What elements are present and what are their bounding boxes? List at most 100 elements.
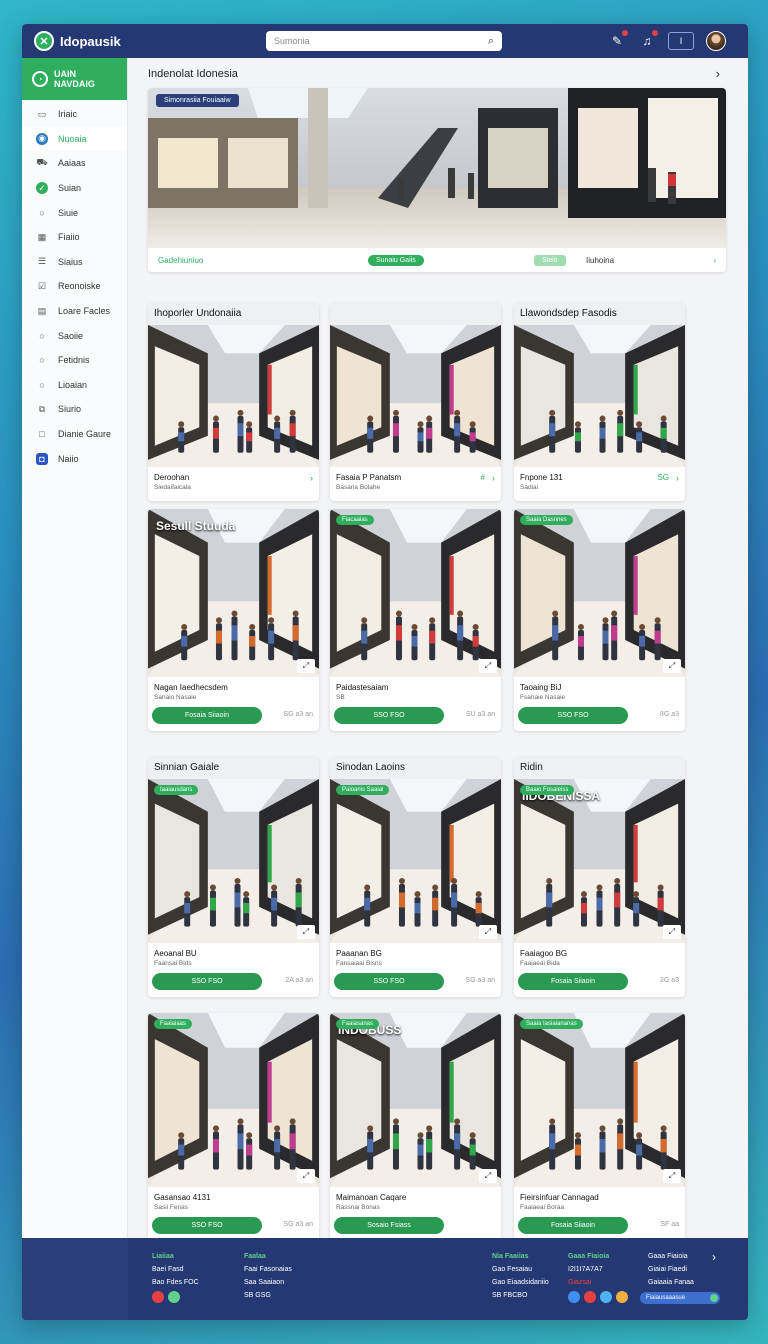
- footer-link[interactable]: Baei Fasd: [152, 1263, 199, 1276]
- card-tag: Saaia Dasnnes: [520, 515, 573, 525]
- store-card[interactable]: Saaia Dasnnes ⤢ Taoaing BiJ Fsanaie Nasaie S…: [514, 509, 685, 731]
- footer-phone: I2I1I7A7A7: [568, 1266, 603, 1273]
- social-icon[interactable]: [568, 1291, 580, 1303]
- store-card[interactable]: Sinodan Laoins Paioanis Saaial ⤢ Paaanan BG…: [330, 757, 501, 997]
- sidebar-item[interactable]: ▤ Loare Facles: [22, 299, 127, 324]
- chevron-right-icon[interactable]: ›: [716, 66, 720, 81]
- sidebar-item[interactable]: ○ Siuie: [22, 200, 127, 225]
- expand-icon[interactable]: ⤢: [663, 925, 681, 939]
- expand-icon[interactable]: ⤢: [663, 1169, 681, 1183]
- social-icon[interactable]: [168, 1291, 180, 1303]
- footer-link[interactable]: Gao Fesaiau: [492, 1263, 549, 1276]
- card-action-button[interactable]: Fosaia Siiaoin: [518, 973, 628, 990]
- sidebar-item[interactable]: ○ Saoiie: [22, 323, 127, 348]
- store-card[interactable]: Fasaia P Panatsm Basaria Bolahe › #: [330, 303, 501, 501]
- footer-heading: Gaaa Fiaioia: [568, 1253, 610, 1260]
- social-icon[interactable]: [152, 1291, 164, 1303]
- sidebar-item-label: Reonoiske: [58, 281, 101, 292]
- toggle-knob: [710, 1294, 718, 1302]
- card-action-button[interactable]: Fosaia Siiaoin: [518, 1217, 628, 1234]
- sidebar-item[interactable]: ▭ Iriaic: [22, 102, 127, 127]
- store-card[interactable]: Fiacaaias ⤢ Paidastesaiam SB SSO FSO SU a3 an: [330, 509, 501, 731]
- sidebar-item[interactable]: ☑ Reonoiske: [22, 274, 127, 299]
- search-input[interactable]: Sumonia: [274, 36, 488, 46]
- card-meta: SG a3 an: [283, 1221, 313, 1228]
- footer-toggle[interactable]: Fiaiausaaasue: [640, 1292, 720, 1304]
- chevron-right-icon[interactable]: ›: [676, 473, 679, 483]
- hero-banner[interactable]: Simonrasiia Fouiaaiw Gadehiuniuo Sunaiu …: [148, 88, 726, 272]
- hero-pill-secondary[interactable]: Siaio: [534, 254, 566, 266]
- sidebar-item[interactable]: ✓ Suian: [22, 176, 127, 201]
- card-meta: SF aa: [660, 1221, 679, 1228]
- sidebar-item[interactable]: ⧉ Siurio: [22, 397, 127, 422]
- footer-heading: Liaiiaa: [152, 1253, 174, 1260]
- footer-link[interactable]: Gao Eiaadsidaniio: [492, 1276, 549, 1289]
- card-tag: Baaio Fosaieiss: [520, 785, 575, 795]
- card-action-button[interactable]: SSO FSO: [518, 707, 628, 724]
- sidebar-item[interactable]: ○ Fetidnis: [22, 348, 127, 373]
- footer-link[interactable]: SB GSG: [244, 1289, 292, 1302]
- card-meta: 2G a3: [659, 977, 679, 984]
- search-icon[interactable]: ⌕: [488, 35, 494, 48]
- store-card[interactable]: Llawondsdep Fasodis Fnpone 131 Sadiai › SG: [514, 303, 685, 501]
- expand-icon[interactable]: ⤢: [297, 1169, 315, 1183]
- sidebar-item[interactable]: ◘ Naiio: [22, 446, 127, 471]
- expand-icon[interactable]: ⤢: [297, 659, 315, 673]
- sidebar-item[interactable]: □ Dianie Gaure: [22, 422, 127, 447]
- sidebar-item[interactable]: ○ Lioaian: [22, 373, 127, 398]
- app-logo[interactable]: ✕ Idopausik: [34, 31, 264, 51]
- store-card[interactable]: Saaia Iasiaiananas ⤢ Fieirsinfuar Cannagad…: [514, 1013, 685, 1241]
- footer-link[interactable]: Faai Fasonaias: [244, 1263, 292, 1276]
- card-tag: Iaaiausdans: [154, 785, 199, 795]
- social-icon[interactable]: [600, 1291, 612, 1303]
- notification-icon[interactable]: ✎: [608, 30, 628, 50]
- social-icon[interactable]: [616, 1291, 628, 1303]
- sidebar-item[interactable]: ⛟ Aaiaas: [22, 151, 127, 176]
- hero-pill[interactable]: Sunaiu Gaiis: [368, 254, 424, 266]
- card-action-button[interactable]: SSO FSO: [334, 707, 444, 724]
- footer-toggle-label: Fiaiausaaasue: [646, 1295, 686, 1301]
- shield-icon: ◘: [36, 452, 48, 465]
- footer-link[interactable]: Giaiai Fiaedi: [648, 1263, 694, 1276]
- card-action-button[interactable]: Fosaia Siiaoin: [152, 707, 262, 724]
- card-subtitle: Faaiaeai Bida: [520, 960, 560, 967]
- store-card[interactable]: Sesull Stuuda ⤢ Nagan Iaedhecsdem Sanaio Na…: [148, 509, 319, 731]
- store-card[interactable]: Faalaiaas ⤢ Gasansao 4131 Sasii Fenas SSO FS…: [148, 1013, 319, 1241]
- user-box[interactable]: I: [668, 32, 694, 50]
- expand-icon[interactable]: ⤢: [663, 659, 681, 673]
- expand-icon[interactable]: ⤢: [479, 659, 497, 673]
- hero-left-link[interactable]: Gadehiuniuo: [158, 256, 203, 265]
- check-square-icon: ☑: [37, 280, 47, 291]
- sidebar-item[interactable]: ◉ Nuoaia: [22, 126, 127, 152]
- expand-icon[interactable]: ⤢: [297, 925, 315, 939]
- avatar[interactable]: [706, 31, 726, 51]
- footer-link[interactable]: Gaiaaia Fanaa: [648, 1276, 694, 1289]
- expand-icon[interactable]: ⤢: [479, 1169, 497, 1183]
- footer-link[interactable]: Saa Saaiaon: [244, 1276, 292, 1289]
- social-icon[interactable]: [584, 1291, 596, 1303]
- card-tag: Fiacaaias: [336, 515, 374, 525]
- bell-icon[interactable]: ♫: [638, 30, 658, 50]
- store-card[interactable]: INDOBUSS Faaiasanas ⤢ Maimanoan Caqare Rassn…: [330, 1013, 501, 1241]
- card-action-button[interactable]: SSO FSO: [152, 1217, 262, 1234]
- sidebar-item[interactable]: ☰ Siaius: [22, 250, 127, 275]
- chevron-right-icon[interactable]: ›: [713, 256, 716, 265]
- card-action-button[interactable]: Sosaio Fsiass: [334, 1217, 444, 1234]
- footer-link[interactable]: Giazsai: [568, 1276, 628, 1289]
- expand-icon[interactable]: ⤢: [479, 925, 497, 939]
- circle-icon: ○: [39, 355, 45, 366]
- card-subtitle: Fansaiaai Bisns: [336, 960, 382, 967]
- chevron-right-icon[interactable]: ›: [492, 473, 495, 483]
- footer-link[interactable]: Bao Fdes FOC: [152, 1276, 199, 1289]
- card-action-button[interactable]: SSO FSO: [334, 973, 444, 990]
- store-card[interactable]: Ihoporler Undonaiia Deroohan Siedaifaicala…: [148, 303, 319, 501]
- card-action-button[interactable]: SSO FSO: [152, 973, 262, 990]
- store-card[interactable]: Ridin IIDOBENISSA Baaio Fosaieiss ⤢ Faaiagoo…: [514, 757, 685, 997]
- sidebar-item[interactable]: ▦ Fiaiio: [22, 225, 127, 250]
- footer-link[interactable]: SB FBCBO: [492, 1289, 549, 1302]
- store-card[interactable]: Sinnian Gaiale Iaaiausdans ⤢ Aeoanal BU Faan…: [148, 757, 319, 997]
- chevron-right-icon[interactable]: ›: [310, 473, 313, 483]
- chevron-right-icon[interactable]: ›: [712, 1250, 716, 1264]
- sidebar-brand[interactable]: ◔ UAIN NAVDAIG: [22, 58, 127, 100]
- search-bar[interactable]: Sumonia ⌕: [266, 31, 502, 51]
